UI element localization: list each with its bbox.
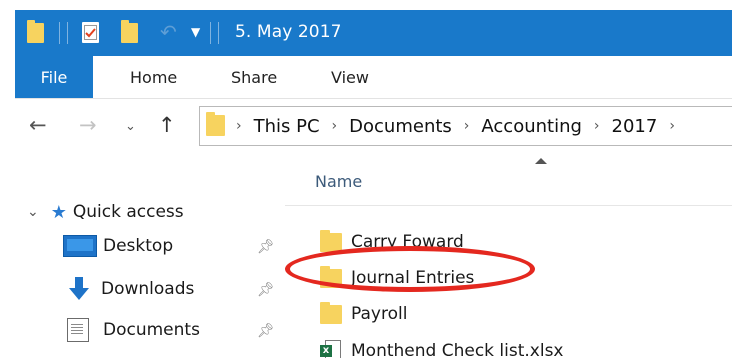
tab-share[interactable]: Share — [231, 56, 277, 98]
list-item[interactable]: Payroll — [320, 300, 407, 328]
chevron-right-icon[interactable]: › — [594, 118, 600, 134]
window-title: 5. May 2017 — [235, 22, 342, 42]
documents-icon — [67, 318, 89, 342]
desktop-icon — [63, 235, 97, 257]
properties-icon[interactable] — [82, 22, 99, 43]
toolbar-divider — [59, 22, 60, 44]
file-name: Monthend Check list.xlsx — [351, 341, 564, 358]
breadcrumb: › This PC › Documents › Accounting › 201… — [236, 107, 687, 145]
breadcrumb-accounting[interactable]: Accounting — [481, 116, 582, 137]
downloads-icon — [63, 277, 95, 301]
star-icon: ★ — [50, 201, 67, 223]
navigation-bar: ← → ⌄ ↑ › This PC › Documents › Accounti… — [15, 99, 732, 153]
pin-icon[interactable]: 📌︎ — [257, 239, 275, 255]
file-name: Payroll — [351, 304, 408, 324]
breadcrumb-this-pc[interactable]: This PC — [254, 116, 320, 137]
column-header-name[interactable]: Name — [315, 172, 362, 191]
chevron-right-icon[interactable]: › — [236, 118, 242, 134]
sidebar-item-label: Desktop — [103, 236, 174, 256]
navigation-pane: ⌄ ★ Quick access Desktop 📌︎ Downloads 📌︎… — [15, 153, 285, 358]
breadcrumb-documents[interactable]: Documents — [349, 116, 452, 137]
chevron-down-icon[interactable]: ⌄ — [27, 204, 39, 220]
sidebar-item-documents[interactable]: Documents — [63, 316, 200, 344]
sidebar-item-downloads[interactable]: Downloads — [63, 275, 194, 303]
excel-file-icon: x — [320, 340, 341, 358]
new-folder-icon[interactable] — [121, 20, 138, 43]
toolbar-divider — [218, 22, 219, 44]
tab-file[interactable]: File — [15, 56, 93, 98]
divider — [285, 205, 732, 206]
chevron-right-icon[interactable]: › — [332, 118, 338, 134]
tab-home[interactable]: Home — [130, 56, 177, 98]
forward-arrow-icon[interactable]: → — [79, 113, 97, 137]
recent-locations-chevron-icon[interactable]: ⌄ — [125, 115, 136, 139]
highlight-ellipse — [285, 246, 535, 292]
up-arrow-icon[interactable]: ↑ — [158, 113, 176, 137]
explorer-window: ↶ ▼ 5. May 2017 File Home Share View ← →… — [15, 10, 732, 358]
title-bar: ↶ ▼ 5. May 2017 — [15, 10, 732, 56]
folder-icon — [320, 301, 342, 324]
sort-ascending-icon — [535, 158, 547, 164]
address-bar[interactable]: › This PC › Documents › Accounting › 201… — [199, 106, 732, 146]
folder-icon[interactable] — [27, 20, 44, 43]
sidebar-item-label: Documents — [103, 320, 200, 340]
folder-icon — [320, 229, 342, 252]
toolbar-divider — [67, 22, 68, 44]
folder-icon — [206, 112, 225, 136]
pin-icon[interactable]: 📌︎ — [257, 323, 275, 339]
back-arrow-icon[interactable]: ← — [29, 113, 47, 137]
sidebar-item-desktop[interactable]: Desktop — [63, 232, 173, 260]
list-item[interactable]: x Monthend Check list.xlsx — [320, 337, 563, 358]
chevron-right-icon[interactable]: › — [669, 118, 675, 134]
toolbar-divider — [210, 22, 211, 44]
tab-view[interactable]: View — [331, 56, 369, 98]
ribbon-tabs: File Home Share View — [15, 56, 732, 99]
undo-icon[interactable]: ↶ — [160, 20, 177, 44]
customize-dropdown-icon[interactable]: ▼ — [191, 25, 200, 39]
pin-icon[interactable]: 📌︎ — [257, 282, 275, 298]
quick-access-item[interactable]: ⌄ ★ Quick access — [27, 199, 184, 225]
breadcrumb-2017[interactable]: 2017 — [612, 116, 658, 137]
chevron-right-icon[interactable]: › — [464, 118, 470, 134]
sidebar-item-label: Downloads — [101, 279, 195, 299]
quick-access-label: Quick access — [72, 202, 184, 222]
